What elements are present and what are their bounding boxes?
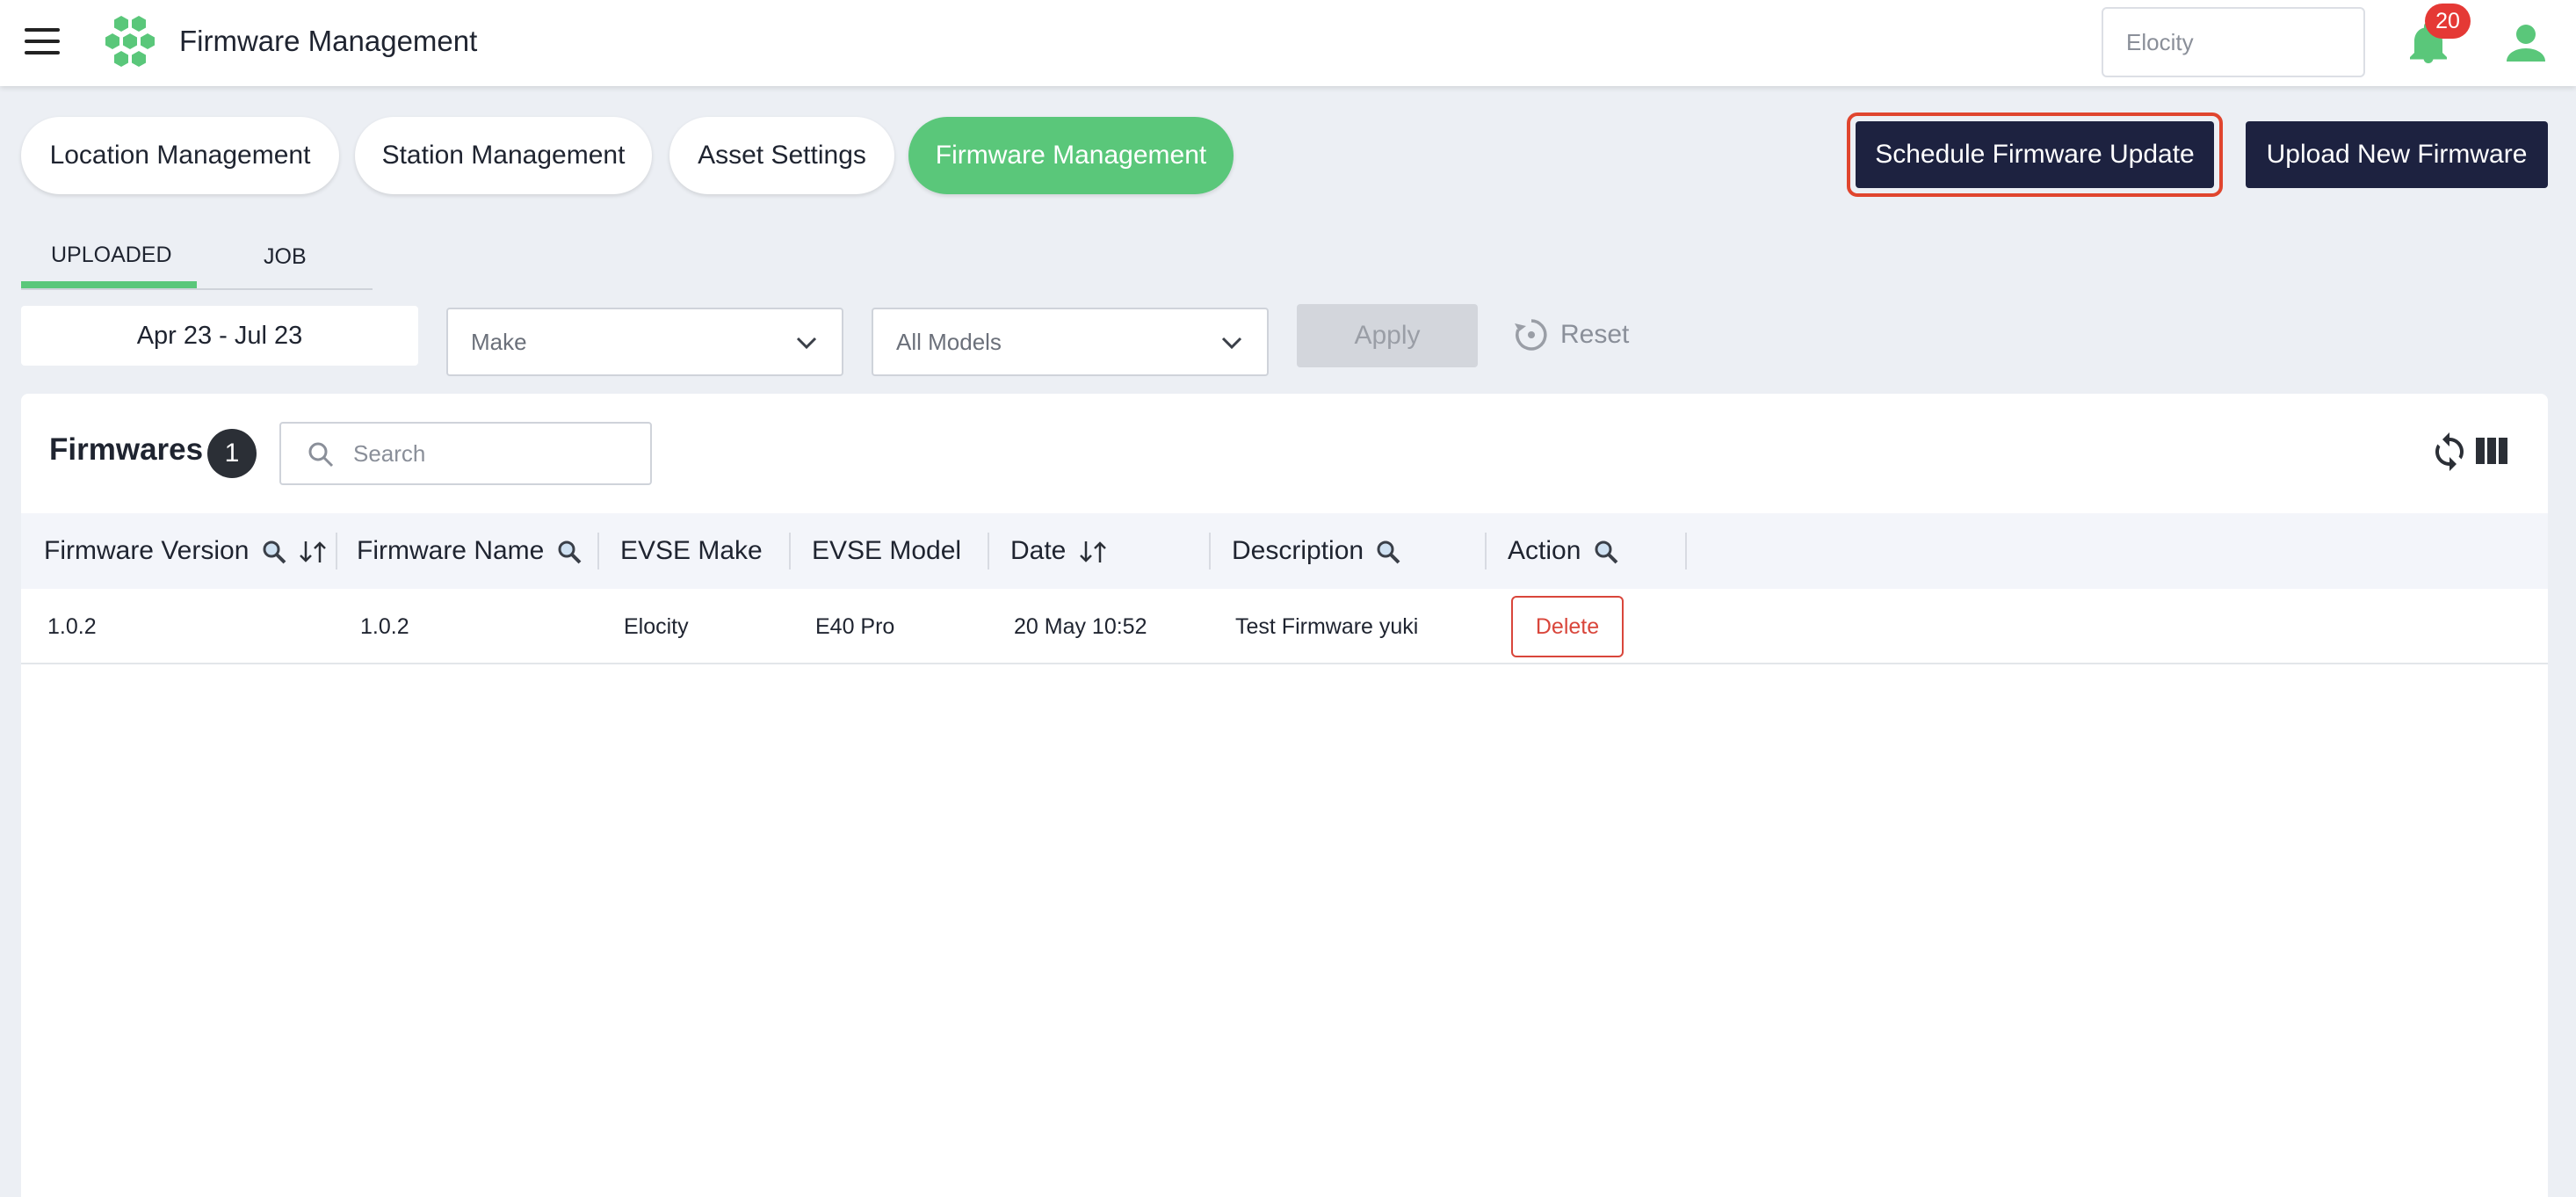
sort-icon[interactable] xyxy=(1079,540,1107,564)
user-icon[interactable] xyxy=(2506,23,2546,63)
tenant-selector[interactable]: Elocity xyxy=(2102,7,2365,77)
sort-icon[interactable] xyxy=(299,540,327,564)
search-input[interactable] xyxy=(353,434,634,473)
cell-firmware-name: 1.0.2 xyxy=(360,614,409,639)
column-label: EVSE Make xyxy=(620,536,763,565)
column-separator xyxy=(988,533,989,569)
table-header: Firmware Version Firmware Name EVSE Make… xyxy=(21,513,2548,589)
column-separator xyxy=(789,533,791,569)
column-label: Date xyxy=(1010,536,1067,565)
refresh-icon[interactable] xyxy=(2432,432,2467,471)
column-header-action[interactable]: Action xyxy=(1508,513,1618,589)
tab-bar: UPLOADED JOB xyxy=(21,230,373,290)
apply-button[interactable]: Apply xyxy=(1297,304,1478,367)
delete-button[interactable]: Delete xyxy=(1511,596,1624,657)
make-select-label: Make xyxy=(471,329,527,355)
table-title: Firmwares xyxy=(49,432,204,467)
tab-uploaded[interactable]: UPLOADED xyxy=(51,243,172,268)
menu-icon[interactable] xyxy=(25,28,60,56)
active-tab-indicator xyxy=(21,281,197,288)
magnifier-icon[interactable] xyxy=(262,540,286,564)
column-label: EVSE Model xyxy=(812,536,962,565)
nav-pill-station-management[interactable]: Station Management xyxy=(355,117,652,194)
chevron-down-icon xyxy=(1221,337,1242,350)
chevron-down-icon xyxy=(796,337,817,350)
magnifier-icon[interactable] xyxy=(557,540,582,564)
column-separator xyxy=(597,533,599,569)
model-select-label: All Models xyxy=(896,329,1002,355)
cell-evse-model: E40 Pro xyxy=(815,614,895,639)
column-label: Action xyxy=(1508,536,1581,565)
column-label: Firmware Name xyxy=(357,536,545,565)
cell-date: 20 May 10:52 xyxy=(1014,614,1147,639)
column-header-date[interactable]: Date xyxy=(1010,513,1107,589)
count-badge: 1 xyxy=(207,429,257,478)
date-range-picker[interactable]: Apr 23 - Jul 23 xyxy=(21,306,418,366)
column-header-description[interactable]: Description xyxy=(1232,513,1400,589)
tab-job[interactable]: JOB xyxy=(264,244,307,270)
table-row[interactable]: 1.0.2 1.0.2 Elocity E40 Pro 20 May 10:52… xyxy=(21,589,2548,664)
nav-pill-firmware-management[interactable]: Firmware Management xyxy=(908,117,1234,194)
column-header-firmware-name[interactable]: Firmware Name xyxy=(357,513,582,589)
column-separator xyxy=(1485,533,1487,569)
notification-badge: 20 xyxy=(2425,4,2471,39)
column-separator xyxy=(1209,533,1211,569)
model-select[interactable]: All Models xyxy=(872,308,1269,376)
top-bar: Firmware Management Elocity 20 xyxy=(0,0,2576,86)
nav-pill-location-management[interactable]: Location Management xyxy=(21,117,339,194)
nav-pill-asset-settings[interactable]: Asset Settings xyxy=(669,117,894,194)
reset-icon[interactable] xyxy=(1513,316,1550,353)
column-header-firmware-version[interactable]: Firmware Version xyxy=(44,513,327,589)
column-header-evse-model: EVSE Model xyxy=(812,513,961,589)
search-icon xyxy=(308,442,334,468)
cell-evse-make: Elocity xyxy=(624,614,689,639)
make-select[interactable]: Make xyxy=(446,308,843,376)
cell-description: Test Firmware yuki xyxy=(1235,614,1419,639)
logo-icon xyxy=(105,16,155,67)
reset-button[interactable]: Reset xyxy=(1560,320,1629,350)
upload-new-firmware-button[interactable]: Upload New Firmware xyxy=(2246,121,2548,188)
column-separator xyxy=(336,533,337,569)
magnifier-icon[interactable] xyxy=(1594,540,1618,564)
schedule-firmware-update-button[interactable]: Schedule Firmware Update xyxy=(1856,121,2214,188)
magnifier-icon[interactable] xyxy=(1376,540,1400,564)
cell-firmware-version: 1.0.2 xyxy=(47,614,97,639)
column-label: Description xyxy=(1232,536,1364,565)
column-label: Firmware Version xyxy=(44,536,250,565)
firmwares-card: Firmwares 1 Firmware Version Firmware Na… xyxy=(21,394,2548,1197)
app-title: Firmware Management xyxy=(179,25,478,57)
column-separator xyxy=(1685,533,1687,569)
column-header-evse-make: EVSE Make xyxy=(620,513,763,589)
columns-icon[interactable] xyxy=(2476,438,2507,464)
search-box[interactable] xyxy=(279,422,652,485)
